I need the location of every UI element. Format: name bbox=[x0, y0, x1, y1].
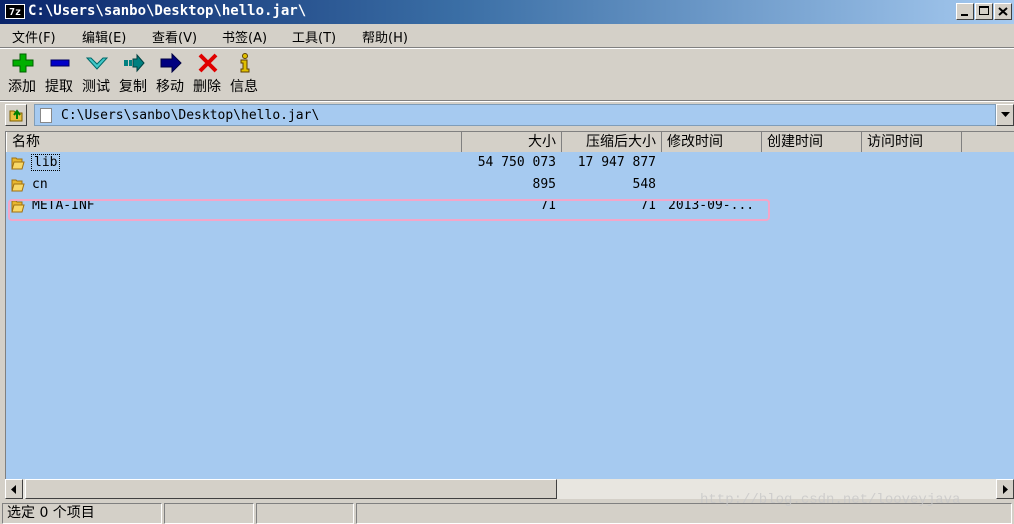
column-created[interactable]: 创建时间 bbox=[762, 132, 862, 152]
column-packed-size[interactable]: 压缩后大小 bbox=[562, 132, 662, 152]
up-folder-button[interactable] bbox=[5, 104, 27, 126]
menu-tools[interactable]: 工具(T) bbox=[292, 27, 336, 46]
file-size: 895 bbox=[532, 177, 556, 192]
copy-label: 复制 bbox=[119, 79, 147, 95]
close-button[interactable] bbox=[994, 3, 1012, 20]
info-icon bbox=[240, 53, 250, 73]
menu-bookmarks[interactable]: 书签(A) bbox=[222, 27, 267, 46]
maximize-button[interactable] bbox=[975, 3, 993, 20]
menu-help[interactable]: 帮助(H) bbox=[362, 27, 408, 46]
info-button[interactable]: 信息 bbox=[226, 49, 262, 99]
chevron-left-icon bbox=[11, 485, 16, 494]
move-button[interactable]: 移动 bbox=[152, 49, 188, 99]
folder-icon bbox=[11, 179, 25, 192]
add-label: 添加 bbox=[8, 79, 36, 95]
test-button[interactable]: 测试 bbox=[78, 49, 114, 99]
window-title: C:\Users\sanbo\Desktop\hello.jar\ bbox=[28, 3, 307, 19]
file-name: lib bbox=[30, 154, 61, 171]
column-name[interactable]: 名称 bbox=[6, 132, 462, 152]
address-dropdown-button[interactable] bbox=[996, 104, 1014, 126]
address-path: C:\Users\sanbo\Desktop\hello.jar\ bbox=[61, 108, 320, 123]
menu-file[interactable]: 文件(F) bbox=[12, 27, 56, 46]
scroll-right-button[interactable] bbox=[996, 479, 1014, 499]
minimize-icon bbox=[961, 14, 968, 16]
scroll-thumb[interactable] bbox=[25, 479, 557, 499]
status-pane-3 bbox=[256, 503, 354, 524]
status-selection: 选定 0 个项目 bbox=[2, 503, 162, 524]
column-modified[interactable]: 修改时间 bbox=[662, 132, 762, 152]
chevron-down-icon bbox=[1001, 112, 1010, 117]
check-icon bbox=[86, 57, 108, 70]
minimize-button[interactable] bbox=[956, 3, 974, 20]
toolbar: 添加 提取 测试 复制 移动 删除 信息 bbox=[0, 49, 1014, 99]
folder-icon bbox=[11, 157, 25, 170]
chevron-right-icon bbox=[1003, 485, 1008, 494]
address-bar: C:\Users\sanbo\Desktop\hello.jar\ bbox=[0, 102, 1014, 128]
minus-icon bbox=[50, 59, 70, 67]
file-packed-size: 548 bbox=[632, 177, 656, 192]
double-arrow-icon bbox=[124, 53, 145, 73]
menu-view[interactable]: 查看(V) bbox=[152, 27, 197, 46]
menu-edit[interactable]: 编辑(E) bbox=[82, 27, 126, 46]
delete-label: 删除 bbox=[193, 79, 221, 95]
highlight-annotation bbox=[8, 199, 770, 221]
move-label: 移动 bbox=[156, 79, 184, 95]
test-label: 测试 bbox=[82, 79, 110, 95]
watermark: http://blog.csdn.net/looveyjava bbox=[700, 492, 961, 508]
document-icon bbox=[40, 108, 52, 123]
file-packed-size: 17 947 877 bbox=[577, 155, 656, 170]
column-accessed[interactable]: 访问时间 bbox=[862, 132, 962, 152]
file-list[interactable]: 名称 大小 压缩后大小 修改时间 创建时间 访问时间 lib 54 750 07… bbox=[5, 131, 1014, 499]
address-input[interactable]: C:\Users\sanbo\Desktop\hello.jar\ bbox=[34, 104, 996, 126]
arrow-icon bbox=[160, 53, 182, 73]
7zip-app-icon[interactable]: 7z bbox=[5, 4, 25, 19]
menu-bar: 文件(F) 编辑(E) 查看(V) 书签(A) 工具(T) 帮助(H) bbox=[0, 24, 1014, 46]
copy-button[interactable]: 复制 bbox=[115, 49, 151, 99]
extract-button[interactable]: 提取 bbox=[41, 49, 77, 99]
info-label: 信息 bbox=[230, 79, 258, 95]
plus-icon bbox=[12, 53, 34, 73]
extract-label: 提取 bbox=[45, 79, 73, 95]
table-row[interactable]: lib 54 750 073 17 947 877 bbox=[6, 153, 1006, 174]
add-button[interactable]: 添加 bbox=[4, 49, 40, 99]
column-headers: 名称 大小 压缩后大小 修改时间 创建时间 访问时间 bbox=[6, 132, 1014, 152]
table-row[interactable]: cn 895 548 bbox=[6, 175, 1006, 196]
title-bar[interactable]: 7z C:\Users\sanbo\Desktop\hello.jar\ bbox=[0, 0, 1014, 24]
file-name: cn bbox=[32, 177, 48, 192]
up-folder-icon bbox=[9, 109, 23, 122]
column-size[interactable]: 大小 bbox=[462, 132, 562, 152]
delete-button[interactable]: 删除 bbox=[189, 49, 225, 99]
delete-x-icon bbox=[198, 53, 218, 73]
scroll-left-button[interactable] bbox=[5, 479, 23, 499]
maximize-icon bbox=[979, 6, 989, 15]
close-icon bbox=[998, 7, 1008, 16]
status-pane-2 bbox=[164, 503, 254, 524]
file-size: 54 750 073 bbox=[477, 155, 556, 170]
